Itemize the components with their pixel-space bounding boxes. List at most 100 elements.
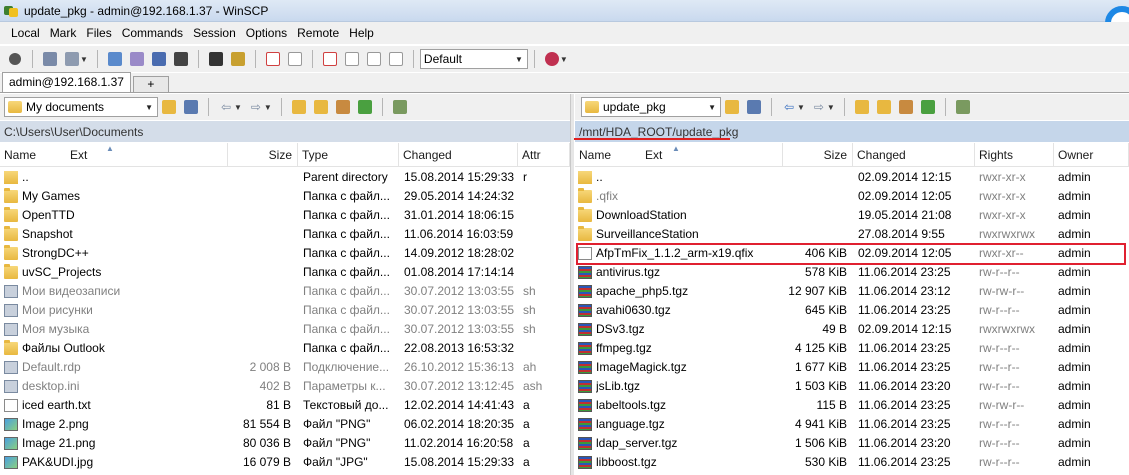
local-col-type[interactable]: Type: [298, 143, 399, 167]
chevron-down-icon[interactable]: ▼: [560, 55, 568, 64]
local-file-row[interactable]: Моя музыка Папка с файл... 30.07.2012 13:0…: [0, 320, 570, 339]
local-file-name: StrongDC++: [22, 246, 89, 260]
remote-file-row[interactable]: SurveillanceStation 27.08.2014 9:55 rwxrwx…: [575, 225, 1129, 244]
local-file-row[interactable]: My Games Папка с файл... 29.05.2014 14:24:…: [0, 187, 570, 206]
remote-file-row[interactable]: labeltools.tgz 115 B 11.06.2014 23:25 rw-rw…: [575, 396, 1129, 415]
local-root-dir-button[interactable]: [310, 96, 332, 118]
remote-file-row[interactable]: DSv3.tgz 49 B 02.09.2014 12:15 rwxrwxrwx adm…: [575, 320, 1129, 339]
remote-file-row[interactable]: .. 02.09.2014 12:15 rwxr-xr-x admin: [575, 168, 1129, 187]
remote-col-size[interactable]: Size: [783, 143, 853, 167]
remote-file-row[interactable]: ldap_server.tgz 1 506 KiB 11.06.2014 23:20…: [575, 434, 1129, 453]
remote-filter-button[interactable]: [743, 96, 765, 118]
local-file-name: Snapshot: [22, 227, 73, 241]
local-file-row[interactable]: Image 21.png 80 036 B Файл "PNG" 11.02.2014…: [0, 434, 570, 453]
menu-item-options[interactable]: Options: [241, 22, 292, 44]
local-col-changed[interactable]: Changed: [399, 143, 518, 167]
local-file-row[interactable]: PAK&UDI.jpg 16 079 B Файл "JPG" 15.08.2014 …: [0, 453, 570, 472]
local-filter-button[interactable]: [180, 96, 202, 118]
synchronize-button[interactable]: [39, 48, 61, 70]
menu-item-help[interactable]: Help: [344, 22, 379, 44]
refresh-selection-button[interactable]: [385, 48, 407, 70]
preferences-gear-button[interactable]: [4, 48, 26, 70]
filter-button[interactable]: [319, 48, 341, 70]
remote-file-owner: admin: [1058, 455, 1091, 469]
local-file-row[interactable]: Файлы Outlook Папка с файл... 22.08.2013 1…: [0, 339, 570, 358]
local-location-select[interactable]: My documents ▼: [4, 97, 158, 117]
chevron-down-icon[interactable]: ▼: [827, 103, 835, 112]
remote-file-row[interactable]: libboost.tgz 530 KiB 11.06.2014 23:25 rw-r-…: [575, 453, 1129, 472]
remote-col-changed[interactable]: Changed: [853, 143, 975, 167]
select-button[interactable]: [262, 48, 284, 70]
invert-selection-button[interactable]: [341, 48, 363, 70]
local-home-button[interactable]: [332, 96, 354, 118]
chevron-down-icon[interactable]: ▼: [797, 103, 805, 112]
local-file-attr: a: [523, 417, 530, 431]
remote-file-changed: 11.06.2014 23:25: [858, 341, 951, 355]
local-file-row[interactable]: iced earth.txt 81 B Текстовый до... 12.02.2…: [0, 396, 570, 415]
remote-file-row[interactable]: language.tgz 4 941 KiB 11.06.2014 23:25 rw-…: [575, 415, 1129, 434]
remote-refresh-button[interactable]: [917, 96, 939, 118]
clear-selection-button[interactable]: [363, 48, 385, 70]
menu-item-local[interactable]: Local: [0, 22, 45, 44]
menu-item-commands[interactable]: Commands: [117, 22, 188, 44]
remote-file-rights: rw-rw-r--: [979, 284, 1025, 298]
archive-icon: [578, 285, 592, 298]
local-file-changed: 11.06.2014 16:03:59: [404, 227, 514, 241]
remote-open-folder-button[interactable]: [721, 96, 743, 118]
remote-file-row[interactable]: ImageMagick.tgz 1 677 KiB 11.06.2014 23:25…: [575, 358, 1129, 377]
remote-tree-button[interactable]: [952, 96, 974, 118]
chevron-down-icon[interactable]: ▼: [264, 103, 272, 112]
local-file-row[interactable]: Мои видеозаписи Папка с файл... 30.07.2012…: [0, 282, 570, 301]
local-file-row[interactable]: StrongDC++ Папка с файл... 14.09.2012 18:2…: [0, 244, 570, 263]
local-file-row[interactable]: Мои рисунки Папка с файл... 30.07.2012 13:…: [0, 301, 570, 320]
remote-file-row[interactable]: avahi0630.tgz 645 KiB 11.06.2014 23:25 rw-r…: [575, 301, 1129, 320]
local-file-row[interactable]: OpenTTD Папка с файл... 31.01.2014 18:06:1…: [0, 206, 570, 225]
local-file-row[interactable]: .. Parent directory 15.08.2014 15:29:33 r: [0, 168, 570, 187]
tab-session[interactable]: admin@192.168.1.37: [2, 72, 131, 92]
local-file-row[interactable]: Default.rdp 2 008 B Подключение... 26.10.20…: [0, 358, 570, 377]
local-path-bar[interactable]: C:\Users\User\Documents: [0, 121, 570, 142]
menu-item-files[interactable]: Files: [81, 22, 116, 44]
local-col-size[interactable]: Size: [228, 143, 298, 167]
transfer-settings-select[interactable]: Default ▼: [419, 49, 528, 69]
remote-file-row[interactable]: ffmpeg.tgz 4 125 KiB 11.06.2014 23:25 rw-r-…: [575, 339, 1129, 358]
panel-splitter[interactable]: [570, 94, 574, 475]
local-file-row[interactable]: desktop.ini 402 B Параметры к... 30.07.2012…: [0, 377, 570, 396]
compare-directories-button[interactable]: [126, 48, 148, 70]
remote-col-name[interactable]: Name Ext ▲: [575, 143, 783, 167]
local-col-attr[interactable]: Attr: [518, 143, 570, 167]
remote-location-select[interactable]: update_pkg ▼: [581, 97, 721, 117]
queue-button[interactable]: [104, 48, 126, 70]
console-button[interactable]: [148, 48, 170, 70]
local-col-name[interactable]: Name Ext ▲: [0, 143, 228, 167]
remote-file-row[interactable]: antivirus.tgz 578 KiB 11.06.2014 23:25 rw-r…: [575, 263, 1129, 282]
putty-button[interactable]: [205, 48, 227, 70]
remote-file-row[interactable]: .qfix 02.09.2014 12:05 rwxr-xr-x admin: [575, 187, 1129, 206]
chevron-down-icon[interactable]: ▼: [80, 55, 88, 64]
remote-col-rights[interactable]: Rights: [975, 143, 1054, 167]
chevron-down-icon[interactable]: ▼: [234, 103, 242, 112]
menu-item-session[interactable]: Session: [188, 22, 241, 44]
remote-root-dir-button[interactable]: [873, 96, 895, 118]
local-tree-button[interactable]: [389, 96, 411, 118]
menu-item-remote[interactable]: Remote: [292, 22, 344, 44]
remote-home-button[interactable]: [895, 96, 917, 118]
new-tab-button[interactable]: +: [132, 76, 169, 92]
local-parent-dir-button[interactable]: [288, 96, 310, 118]
local-file-row[interactable]: uvSC_Projects Папка с файл... 01.08.2014 1…: [0, 263, 570, 282]
remote-file-row[interactable]: jsLib.tgz 1 503 KiB 11.06.2014 23:20 rw-r--…: [575, 377, 1129, 396]
local-refresh-button[interactable]: [354, 96, 376, 118]
local-file-type: Файл "JPG": [303, 455, 368, 469]
local-file-row[interactable]: Image 2.png 81 554 B Файл "PNG" 06.02.2014 …: [0, 415, 570, 434]
menu-item-mark[interactable]: Mark: [45, 22, 82, 44]
remote-parent-dir-button[interactable]: [851, 96, 873, 118]
local-open-folder-button[interactable]: [158, 96, 180, 118]
local-location-wrap: My documents: [8, 100, 104, 114]
keys-button[interactable]: [227, 48, 249, 70]
remote-col-owner[interactable]: Owner: [1054, 143, 1129, 167]
find-files-button[interactable]: [170, 48, 192, 70]
local-file-row[interactable]: Snapshot Папка с файл... 11.06.2014 16:03:…: [0, 225, 570, 244]
remote-file-row[interactable]: DownloadStation 19.05.2014 21:08 rwxr-xr-x…: [575, 206, 1129, 225]
remote-file-row[interactable]: apache_php5.tgz 12 907 KiB 11.06.2014 23:1…: [575, 282, 1129, 301]
unselect-button[interactable]: [284, 48, 306, 70]
